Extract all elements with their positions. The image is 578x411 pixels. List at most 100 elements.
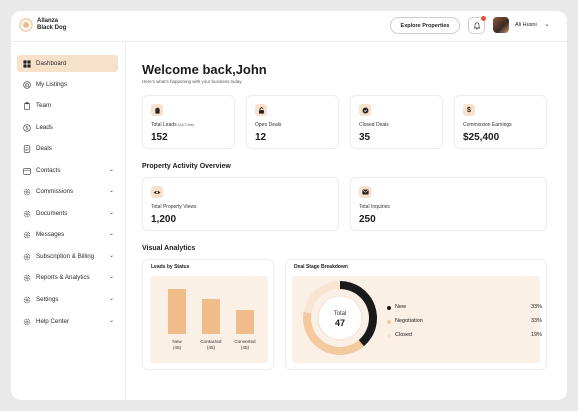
donut-center-value: 47 <box>335 318 345 328</box>
section-title-analytics: Visual Analytics <box>142 245 196 252</box>
stat-label: Commission Earnings <box>463 122 512 128</box>
sidebar-item-label: Settings <box>36 296 59 303</box>
sidebar-item-leads[interactable]: $ Leads <box>17 119 118 136</box>
sidebar-item-subscription-billing[interactable]: Subscription & Billing ⌄ <box>17 248 118 265</box>
stat-card-commission-earnings[interactable]: $ Commission Earnings $25,400 <box>454 95 547 149</box>
notification-badge <box>481 16 486 21</box>
legend-dot <box>387 320 391 324</box>
sidebar-item-label: Leads <box>36 124 53 131</box>
legend-label: New <box>395 304 407 310</box>
sidebar-item-reports-analytics[interactable]: Reports & Analytics ⌄ <box>17 269 118 286</box>
unlock-icon <box>255 104 267 116</box>
gear-icon <box>23 296 31 304</box>
sidebar-item-contacts[interactable]: Contacts ⌄ <box>17 162 118 179</box>
dollar-icon: $ <box>23 123 31 132</box>
stat-label: Total Leads (All-Time) <box>151 122 195 128</box>
legend-dot <box>387 334 391 338</box>
stat-value: $25,400 <box>463 132 500 143</box>
logo-mark-icon <box>19 18 33 32</box>
stat-card-closed-deals[interactable]: Closed Deals 35 <box>350 95 443 149</box>
legend-label: Closed <box>395 332 413 338</box>
bar-category-label: New (45) <box>172 339 182 350</box>
sidebar-item-dashboard[interactable]: Dashboard <box>17 55 118 72</box>
legend-dot <box>387 306 391 310</box>
bar-contacted[interactable] <box>202 299 220 334</box>
stat-value: 152 <box>151 132 168 143</box>
stat-label: Closed Deals <box>359 122 389 128</box>
mail-icon <box>359 186 371 198</box>
sidebar-item-help-center[interactable]: Help Center ⌄ <box>17 313 118 330</box>
sidebar-item-my-listings[interactable]: My Listings <box>17 76 118 93</box>
sidebar: Dashboard My Listings Team $ Leads Deals Conta… <box>11 42 126 400</box>
clipboard-icon <box>151 104 163 116</box>
clipboard-icon <box>23 101 31 110</box>
legend-item-negotiation: Negotiation 33% <box>387 318 542 326</box>
chevron-down-icon[interactable]: ⌄ <box>109 187 114 194</box>
chevron-down-icon[interactable]: ⌄ <box>109 295 114 302</box>
bar-new[interactable] <box>168 289 186 334</box>
legend-value: 33% <box>530 318 542 324</box>
gear-icon <box>23 318 31 326</box>
stat-card-open-deals[interactable]: Open Deals 12 <box>246 95 339 149</box>
gear-icon <box>23 210 31 218</box>
app-window: Allanza Black Dog Explore Properties Ali… <box>11 11 567 400</box>
gear-icon <box>23 188 31 196</box>
sidebar-item-documents[interactable]: Documents ⌄ <box>17 205 118 222</box>
sidebar-item-label: Reports & Analytics <box>36 274 90 281</box>
page-title: Welcome back,John <box>142 62 267 77</box>
chevron-down-icon[interactable]: ⌄ <box>109 209 114 216</box>
sidebar-item-messages[interactable]: Messages ⌄ <box>17 226 118 243</box>
stat-value: 1,200 <box>151 214 177 225</box>
sidebar-item-label: Subscription & Billing <box>36 253 95 260</box>
stat-value: 35 <box>359 132 371 143</box>
legend-value: 19% <box>530 332 542 338</box>
sidebar-item-label: Commissions <box>36 188 74 195</box>
leads-by-status-card: Leads by Status New (45) Contacted (45) Co… <box>142 259 274 370</box>
section-title-activity: Property Activity Overview <box>142 163 231 170</box>
notifications-button[interactable] <box>468 16 486 34</box>
brand-logo[interactable]: Allanza Black Dog <box>19 18 66 32</box>
top-bar: Allanza Black Dog Explore Properties Ali… <box>11 11 567 42</box>
gear-icon <box>23 231 31 239</box>
document-icon <box>23 144 31 153</box>
chevron-down-icon[interactable]: ⌄ <box>109 166 114 173</box>
stat-card-inquiries[interactable]: Total Inquiries 250 <box>350 177 547 231</box>
avatar[interactable] <box>493 17 509 33</box>
brand-name-line2: Black Dog <box>37 25 67 31</box>
chevron-down-icon[interactable]: ⌄ <box>109 273 114 280</box>
gear-icon <box>23 274 31 282</box>
sidebar-item-label: Contacts <box>36 167 61 174</box>
sidebar-item-label: Messages <box>36 231 65 238</box>
sidebar-item-team[interactable]: Team <box>17 97 118 114</box>
user-name[interactable]: Ali Husni <box>515 22 537 28</box>
gear-icon <box>23 253 31 261</box>
sidebar-item-label: My Listings <box>36 81 67 88</box>
chevron-down-icon[interactable]: ⌄ <box>544 20 550 28</box>
eye-icon <box>151 186 163 198</box>
check-circle-icon <box>359 104 371 116</box>
donut-center-label: Total <box>334 311 347 317</box>
legend-value: 33% <box>530 304 542 310</box>
bar-converted[interactable] <box>236 310 254 334</box>
sidebar-item-deals[interactable]: Deals <box>17 140 118 157</box>
main-content: Welcome back,John Here's what's happenin… <box>127 42 567 400</box>
brand-name: Allanza Black Dog <box>37 18 66 32</box>
stat-label: Total Inquiries <box>359 204 390 210</box>
calendar-icon <box>23 167 31 175</box>
legend-item-new: New 33% <box>387 304 542 312</box>
sidebar-item-label: Deals <box>36 145 52 152</box>
stat-value: 12 <box>255 132 267 143</box>
chevron-down-icon[interactable]: ⌄ <box>109 317 114 324</box>
sidebar-item-commissions[interactable]: Commissions ⌄ <box>17 183 118 200</box>
stat-card-total-leads[interactable]: Total Leads (All-Time) 152 <box>142 95 235 149</box>
chart-title: Leads by Status <box>151 264 190 270</box>
sidebar-item-settings[interactable]: Settings ⌄ <box>17 291 118 308</box>
chevron-down-icon[interactable]: ⌄ <box>109 252 114 259</box>
stat-card-property-views[interactable]: Total Property Views 1,200 <box>142 177 339 231</box>
sidebar-item-label: Documents <box>36 210 68 217</box>
chevron-down-icon[interactable]: ⌄ <box>109 230 114 237</box>
stat-label: Open Deals <box>255 122 282 128</box>
bar-category-label: Contacted (45) <box>200 339 222 350</box>
explore-properties-button[interactable]: Explore Properties <box>390 17 460 34</box>
bar-chart-area: New (45) Contacted (45) Converted (45) <box>150 276 268 363</box>
